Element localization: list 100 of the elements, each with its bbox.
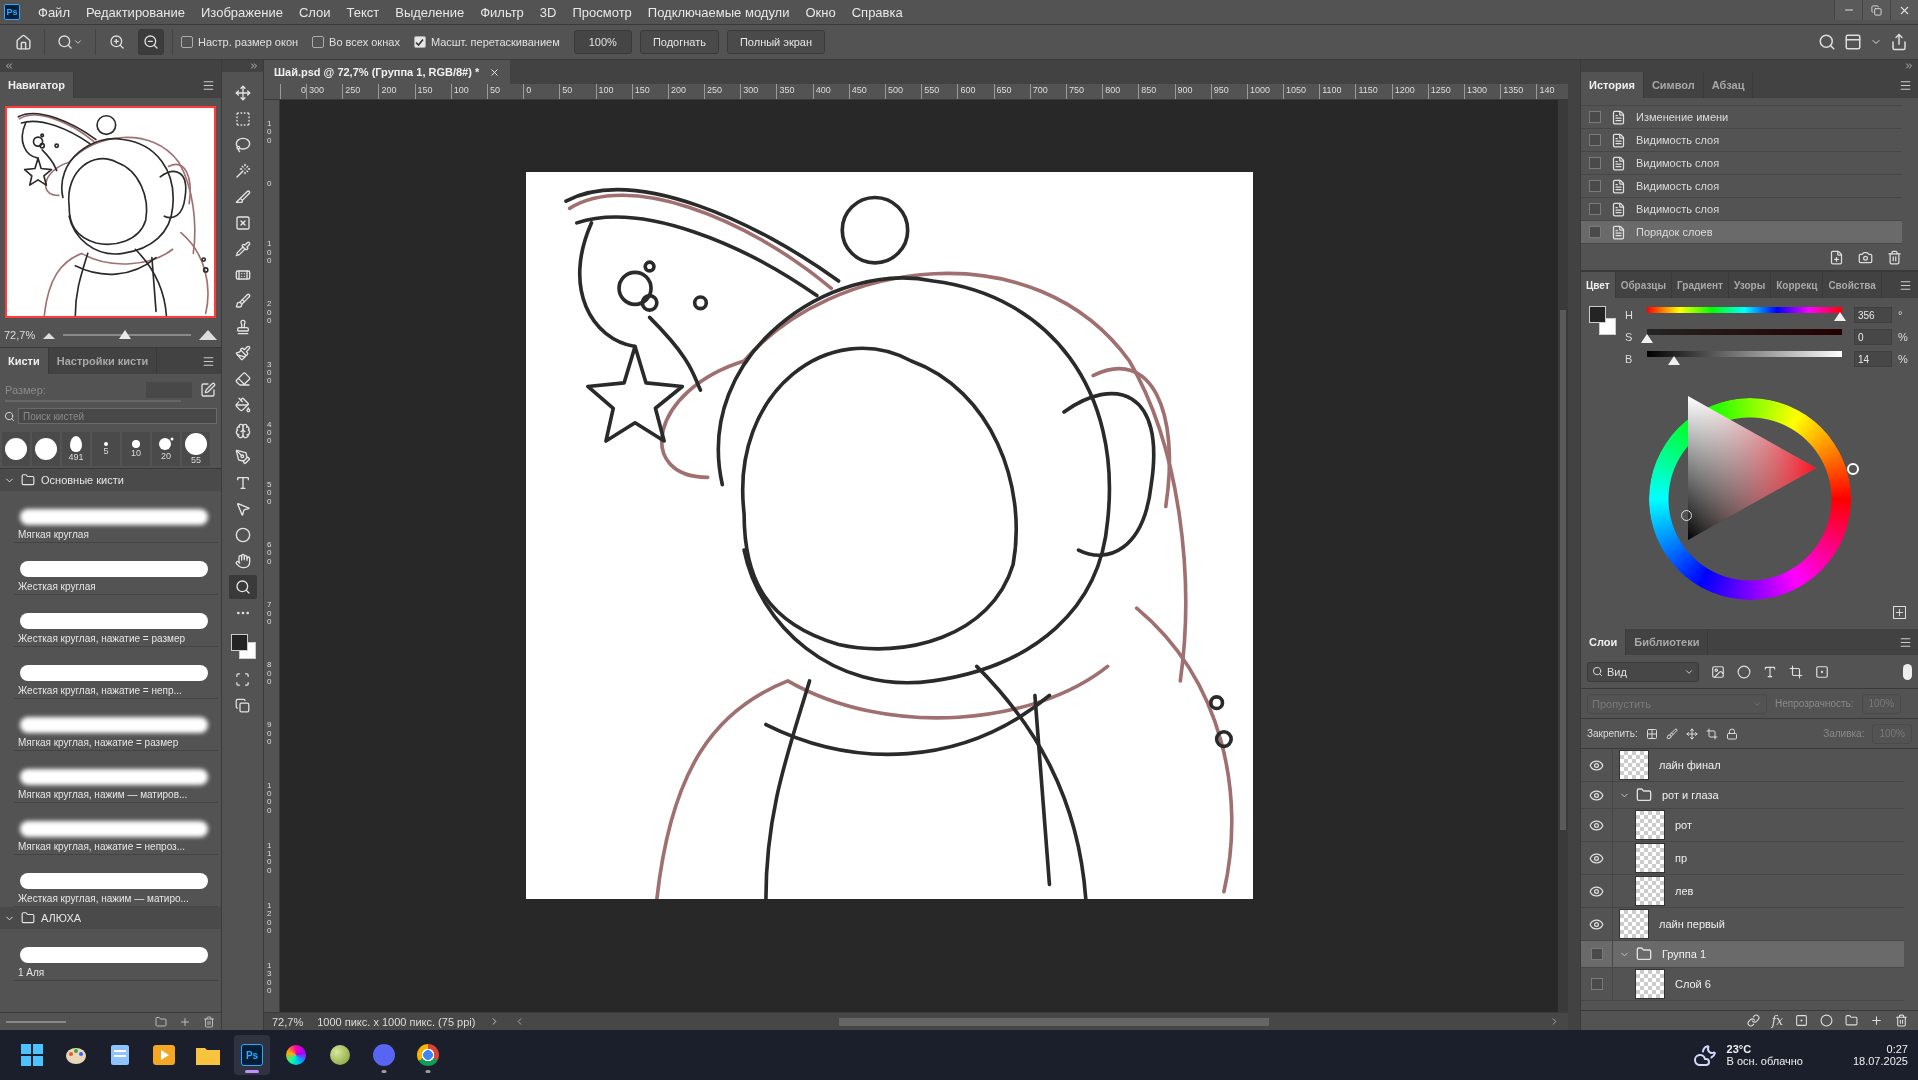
menu-icon[interactable] (1899, 635, 1912, 649)
eye-icon[interactable] (1589, 916, 1604, 932)
zoom-field[interactable]: 100% (573, 30, 632, 54)
panel-tab[interactable]: Абзац (1703, 72, 1754, 98)
adjustment-filter-icon[interactable] (1737, 664, 1751, 679)
menu-item[interactable]: Выделение (387, 4, 473, 20)
checkbox[interactable]: Масшт. перетаскиванием (413, 36, 560, 48)
value-field[interactable]: 356 (1854, 307, 1892, 323)
layer-row[interactable]: лайн первый (1581, 908, 1904, 941)
brush-preset[interactable]: 10 (122, 432, 150, 466)
panel-tab[interactable]: Символ (1643, 72, 1704, 98)
effects-button[interactable]: fx (1771, 1013, 1783, 1028)
panel-tab[interactable]: Слои (1581, 629, 1627, 655)
lock-paint-icon[interactable] (1665, 727, 1678, 740)
menu-icon[interactable] (202, 78, 215, 92)
menu-item[interactable]: Текст (338, 4, 388, 20)
lock-position-icon[interactable] (1685, 727, 1698, 740)
panel-tab[interactable]: Навигатор (0, 72, 74, 98)
menu-item[interactable]: Подключаемые модули (639, 4, 798, 20)
tool-button[interactable] (228, 575, 257, 599)
color-swatches[interactable] (228, 632, 257, 660)
new-layer-icon[interactable] (1870, 1014, 1883, 1027)
panel-tab[interactable]: Узоры (1729, 272, 1772, 298)
value-field[interactable]: 0 (1854, 329, 1892, 345)
image-filter-icon[interactable] (1711, 664, 1725, 679)
filter-select[interactable]: Вид (1587, 661, 1699, 682)
collapse-icon[interactable] (4, 61, 14, 71)
color-swatches[interactable] (1589, 306, 1617, 336)
adjustment-icon[interactable] (1820, 1014, 1833, 1027)
mask-icon[interactable] (1795, 1014, 1808, 1027)
trash-icon[interactable] (203, 1015, 215, 1028)
eye-icon[interactable] (1589, 883, 1604, 899)
panel-tab[interactable]: Коррекц (1771, 272, 1824, 298)
layer-row[interactable]: лев (1581, 875, 1904, 908)
restore-button[interactable] (1862, 0, 1890, 20)
checkbox-box[interactable] (181, 36, 193, 48)
lock-pixels-icon[interactable] (1645, 727, 1658, 740)
option-button[interactable]: Полный экран (726, 30, 826, 54)
search-icon[interactable] (1818, 33, 1836, 51)
folder-icon[interactable] (155, 1015, 167, 1028)
brush-preset[interactable] (32, 432, 60, 466)
menu-item[interactable]: Редактирование (77, 4, 193, 20)
menu-item[interactable]: Изображение (193, 4, 291, 20)
filter-toggle[interactable] (1903, 663, 1912, 680)
eye-icon[interactable] (1589, 850, 1604, 866)
collapse-icon[interactable] (1904, 61, 1914, 71)
trash-icon[interactable] (1895, 1014, 1908, 1027)
menu-item[interactable]: Файл (30, 4, 78, 20)
add-icon[interactable] (1893, 606, 1906, 619)
checkbox-box[interactable] (413, 36, 426, 48)
layer-row[interactable]: Слой 6 (1581, 968, 1904, 1001)
slider-thumb[interactable] (1668, 356, 1681, 365)
checkbox[interactable]: Во всех окнах (312, 36, 400, 48)
menu-item[interactable]: Слои (290, 4, 339, 20)
shape-filter-icon[interactable] (1789, 664, 1803, 679)
panel-tab[interactable]: Градиент (1672, 272, 1729, 298)
brush-preset[interactable]: 55 (182, 432, 210, 466)
eye-icon[interactable] (1589, 757, 1604, 773)
close-icon[interactable] (489, 66, 501, 78)
brush-search-field[interactable]: Поиск кистей (18, 408, 217, 424)
menu-item[interactable]: 3D (531, 4, 565, 20)
checkbox[interactable]: Настр. размер окон (181, 36, 299, 48)
lock-artboard-icon[interactable] (1705, 727, 1718, 740)
panel-tab[interactable]: Цвет (1581, 272, 1616, 298)
brush-group[interactable]: Основные кисти (0, 469, 221, 491)
menu-item[interactable]: Просмотр (564, 4, 640, 20)
menu-item[interactable]: Фильтр (472, 4, 532, 20)
ring-marker[interactable] (1847, 463, 1859, 475)
option-button[interactable]: Подогнать (639, 30, 719, 54)
layer-row[interactable]: рот (1581, 809, 1904, 842)
zoom-slider[interactable] (63, 333, 191, 336)
panel-tab[interactable]: Кисти (0, 348, 49, 374)
menu-icon[interactable] (1899, 78, 1912, 92)
history-item[interactable]: Порядок слоев (1581, 221, 1902, 244)
link-icon[interactable] (1746, 1014, 1760, 1027)
taskbar-app[interactable]: Ps (234, 1035, 270, 1075)
share-icon[interactable] (1890, 33, 1908, 51)
brush-preset[interactable] (2, 432, 30, 466)
expand-icon[interactable] (249, 61, 259, 71)
workspace-icon[interactable] (1844, 33, 1862, 51)
brush-preset[interactable]: 491 (62, 432, 90, 466)
brush-preset[interactable]: 5 (92, 432, 120, 466)
panel-tab[interactable]: Библиотеки (1626, 629, 1709, 655)
close-button[interactable] (1890, 0, 1918, 20)
smart-object-filter-icon[interactable] (1815, 664, 1829, 679)
zoom-out-button[interactable] (138, 29, 164, 55)
new-icon[interactable] (179, 1015, 191, 1028)
new-document-icon[interactable] (1829, 249, 1844, 265)
minimize-button[interactable] (1834, 0, 1862, 20)
panel-tab[interactable]: Свойства (1823, 272, 1882, 298)
layer-row[interactable]: лайн финал (1581, 749, 1904, 782)
layer-row[interactable]: пр (1581, 842, 1904, 875)
lock-icon[interactable] (1725, 727, 1738, 740)
brush-group[interactable]: АЛЮХА (0, 907, 221, 929)
brush-preset[interactable]: 20 (152, 432, 180, 466)
camera-icon[interactable] (1858, 249, 1873, 265)
document-tab[interactable]: Шай.psd @ 72,7% (Группа 1, RGB/8#) * (264, 60, 511, 84)
value-field[interactable]: 14 (1854, 351, 1892, 367)
scrollbar[interactable] (1558, 100, 1568, 1012)
menu-item[interactable]: Справка (843, 4, 911, 20)
